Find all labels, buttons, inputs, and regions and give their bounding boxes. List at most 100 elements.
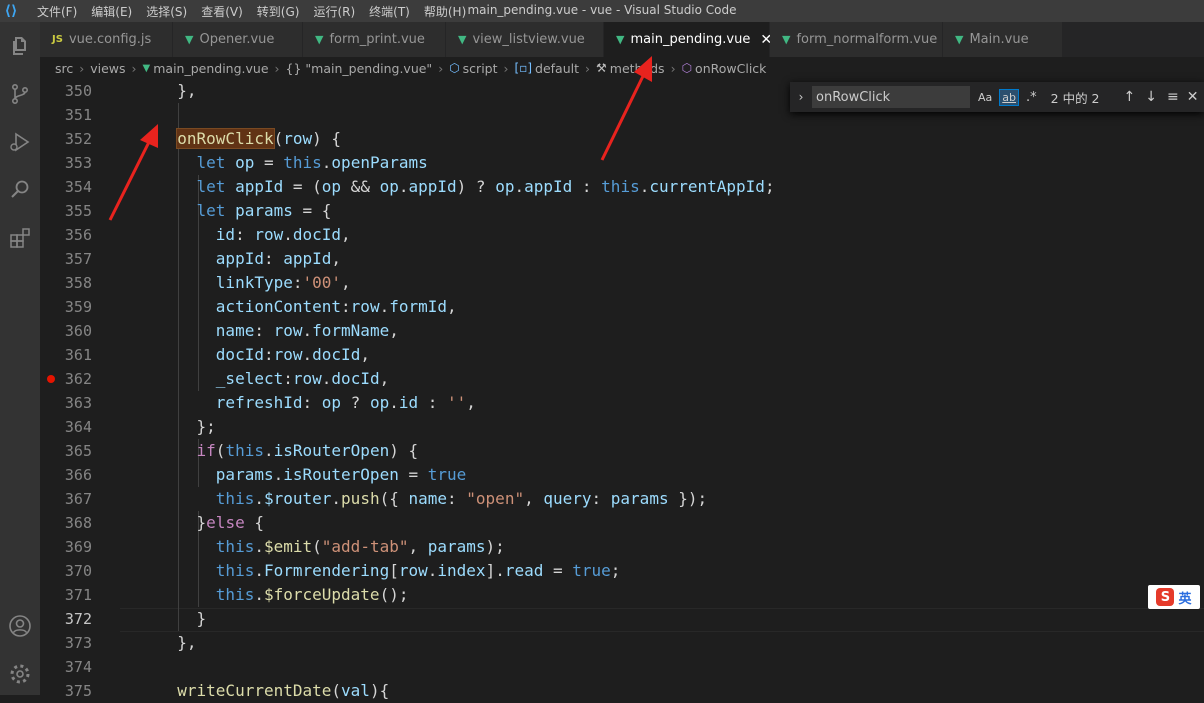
line-number[interactable]: 350 xyxy=(32,79,92,103)
code-line: this.$forceUpdate(); xyxy=(215,585,409,604)
code-line: docId:row.docId, xyxy=(215,345,370,364)
chevron-right-icon: › xyxy=(670,60,676,76)
arrow-up-icon[interactable]: ↑ xyxy=(1124,89,1136,105)
code-editor[interactable]: 350 351 352 353 354 355 356 357 358 359 360 361 362 3… xyxy=(40,79,1204,700)
ime-indicator[interactable]: S 英 xyxy=(1148,585,1200,609)
line-number[interactable]: 357 xyxy=(32,247,92,271)
menu-view[interactable]: 查看(V) xyxy=(194,3,250,20)
code-line: }else { xyxy=(158,513,264,532)
breadcrumb-item[interactable]: default xyxy=(535,61,579,76)
line-number[interactable]: 360 xyxy=(32,319,92,343)
line-number[interactable]: 364 xyxy=(32,415,92,439)
menu-bar: 文件(F) 编辑(E) 选择(S) 查看(V) 转到(G) 运行(R) 终端(T… xyxy=(30,3,473,20)
vue-file-icon: ▼ xyxy=(955,33,964,46)
menu-help[interactable]: 帮助(H) xyxy=(417,3,473,20)
menu-selection[interactable]: 选择(S) xyxy=(139,3,194,20)
menu-file[interactable]: 文件(F) xyxy=(30,3,84,20)
bracket-icon: [▫] xyxy=(514,61,533,75)
line-number[interactable]: 372 xyxy=(32,607,92,631)
code-line: this.$router.push({ name: "open", query:… xyxy=(215,489,708,508)
tab-opener[interactable]: ▼ Opener.vue xyxy=(173,22,303,57)
code-line: writeCurrentDate(val){ xyxy=(177,681,390,700)
code-line: this.$emit("add-tab", params); xyxy=(215,537,505,556)
code-line: }, xyxy=(158,81,197,100)
line-number[interactable]: 374 xyxy=(32,655,92,679)
match-count: 2 中的 2 xyxy=(1050,90,1100,106)
line-number[interactable]: 351 xyxy=(32,103,92,127)
line-number[interactable]: 354 xyxy=(32,175,92,199)
line-number[interactable]: 356 xyxy=(32,223,92,247)
line-number[interactable]: 368 xyxy=(32,511,92,535)
line-number[interactable]: 358 xyxy=(32,271,92,295)
menu-go[interactable]: 转到(G) xyxy=(250,3,307,20)
find-input[interactable] xyxy=(812,86,970,108)
code-area[interactable]: }, onRowClick(row) { let op = this.openP… xyxy=(158,79,1204,700)
line-number[interactable]: 352 xyxy=(32,127,92,151)
menu-edit[interactable]: 编辑(E) xyxy=(84,3,139,20)
close-icon[interactable]: ✕ xyxy=(1187,89,1199,105)
breadcrumb-item[interactable]: main_pending.vue xyxy=(153,61,268,76)
line-number[interactable]: 353 xyxy=(32,151,92,175)
chevron-right-icon: › xyxy=(131,60,137,76)
line-number[interactable]: 375 xyxy=(32,679,92,703)
vue-file-icon: ▼ xyxy=(142,62,151,74)
code-line: onRowClick(row) { xyxy=(176,128,342,149)
line-number[interactable]: 365 xyxy=(32,439,92,463)
vue-file-icon: ▼ xyxy=(782,33,791,46)
tab-form-print[interactable]: ▼ form_print.vue xyxy=(303,22,446,57)
ime-language-label: 英 xyxy=(1178,591,1192,607)
tab-view-listview[interactable]: ▼ view_listview.vue xyxy=(446,22,604,57)
line-number[interactable]: 355 xyxy=(32,199,92,223)
find-widget: › Aa ab .* 2 中的 2 ↑ ↓ ≡ ✕ xyxy=(790,82,1204,112)
chevron-right-icon: › xyxy=(79,60,85,76)
line-number[interactable]: 366 xyxy=(32,463,92,487)
code-line: } xyxy=(158,609,207,628)
title-bar: ⟨⟩ 文件(F) 编辑(E) 选择(S) 查看(V) 转到(G) 运行(R) 终… xyxy=(0,0,1204,22)
code-line: refreshId: op ? op.id : '', xyxy=(215,393,476,412)
arrow-down-icon[interactable]: ↓ xyxy=(1145,89,1157,105)
find-in-selection-icon[interactable]: ≡ xyxy=(1167,89,1179,105)
tab-form-normalform[interactable]: ▼ form_normalform.vue xyxy=(770,22,943,57)
method-cube-icon: ⬡ xyxy=(681,61,693,75)
code-line: id: row.docId, xyxy=(215,225,351,244)
vue-file-icon: ▼ xyxy=(616,33,625,46)
menu-run[interactable]: 运行(R) xyxy=(306,3,362,20)
line-number[interactable]: 369 xyxy=(32,535,92,559)
breadcrumb-item[interactable]: script xyxy=(463,61,498,76)
match-case-toggle[interactable]: Aa xyxy=(976,90,994,105)
tab-main[interactable]: ▼ Main.vue xyxy=(943,22,1063,57)
match-whole-word-toggle[interactable]: ab xyxy=(999,88,1019,106)
line-number[interactable]: 371 xyxy=(32,583,92,607)
breakpoint-icon[interactable] xyxy=(47,375,55,383)
code-line: }, xyxy=(158,633,197,652)
explorer-icon[interactable] xyxy=(4,30,36,62)
search-match-highlight: onRowClick xyxy=(176,128,275,149)
tab-vue-config[interactable]: JS vue.config.js xyxy=(40,22,173,57)
vue-file-icon: ▼ xyxy=(315,33,324,46)
breadcrumb-item[interactable]: onRowClick xyxy=(695,61,766,76)
annotation-arrow-icon xyxy=(108,124,158,221)
code-line: }; xyxy=(158,417,216,436)
code-line: let op = this.openParams xyxy=(196,153,428,172)
code-line: if(this.isRouterOpen) { xyxy=(196,441,419,460)
chevron-right-icon: › xyxy=(438,60,444,76)
code-line: _select:row.docId, xyxy=(215,369,390,388)
line-number[interactable]: 367 xyxy=(32,487,92,511)
line-number[interactable]: 361 xyxy=(32,343,92,367)
sogou-logo-icon: S xyxy=(1156,588,1175,606)
chevron-right-icon[interactable]: › xyxy=(790,90,812,104)
cube-icon: ⬡ xyxy=(449,61,460,75)
line-number[interactable]: 370 xyxy=(32,559,92,583)
line-number[interactable]: 362 xyxy=(32,367,92,391)
menu-terminal[interactable]: 终端(T) xyxy=(362,3,417,20)
line-number[interactable]: 363 xyxy=(32,391,92,415)
vue-file-icon: ▼ xyxy=(458,33,467,46)
code-line: name: row.formName, xyxy=(215,321,399,340)
breadcrumb-item[interactable]: {} "main_pending.vue" xyxy=(286,61,433,76)
js-file-icon: JS xyxy=(52,34,63,45)
breadcrumb-item[interactable]: src xyxy=(55,61,73,76)
breadcrumb-item[interactable]: views xyxy=(90,61,125,76)
line-number[interactable]: 359 xyxy=(32,295,92,319)
regex-toggle[interactable]: .* xyxy=(1024,89,1039,106)
line-number[interactable]: 373 xyxy=(32,631,92,655)
